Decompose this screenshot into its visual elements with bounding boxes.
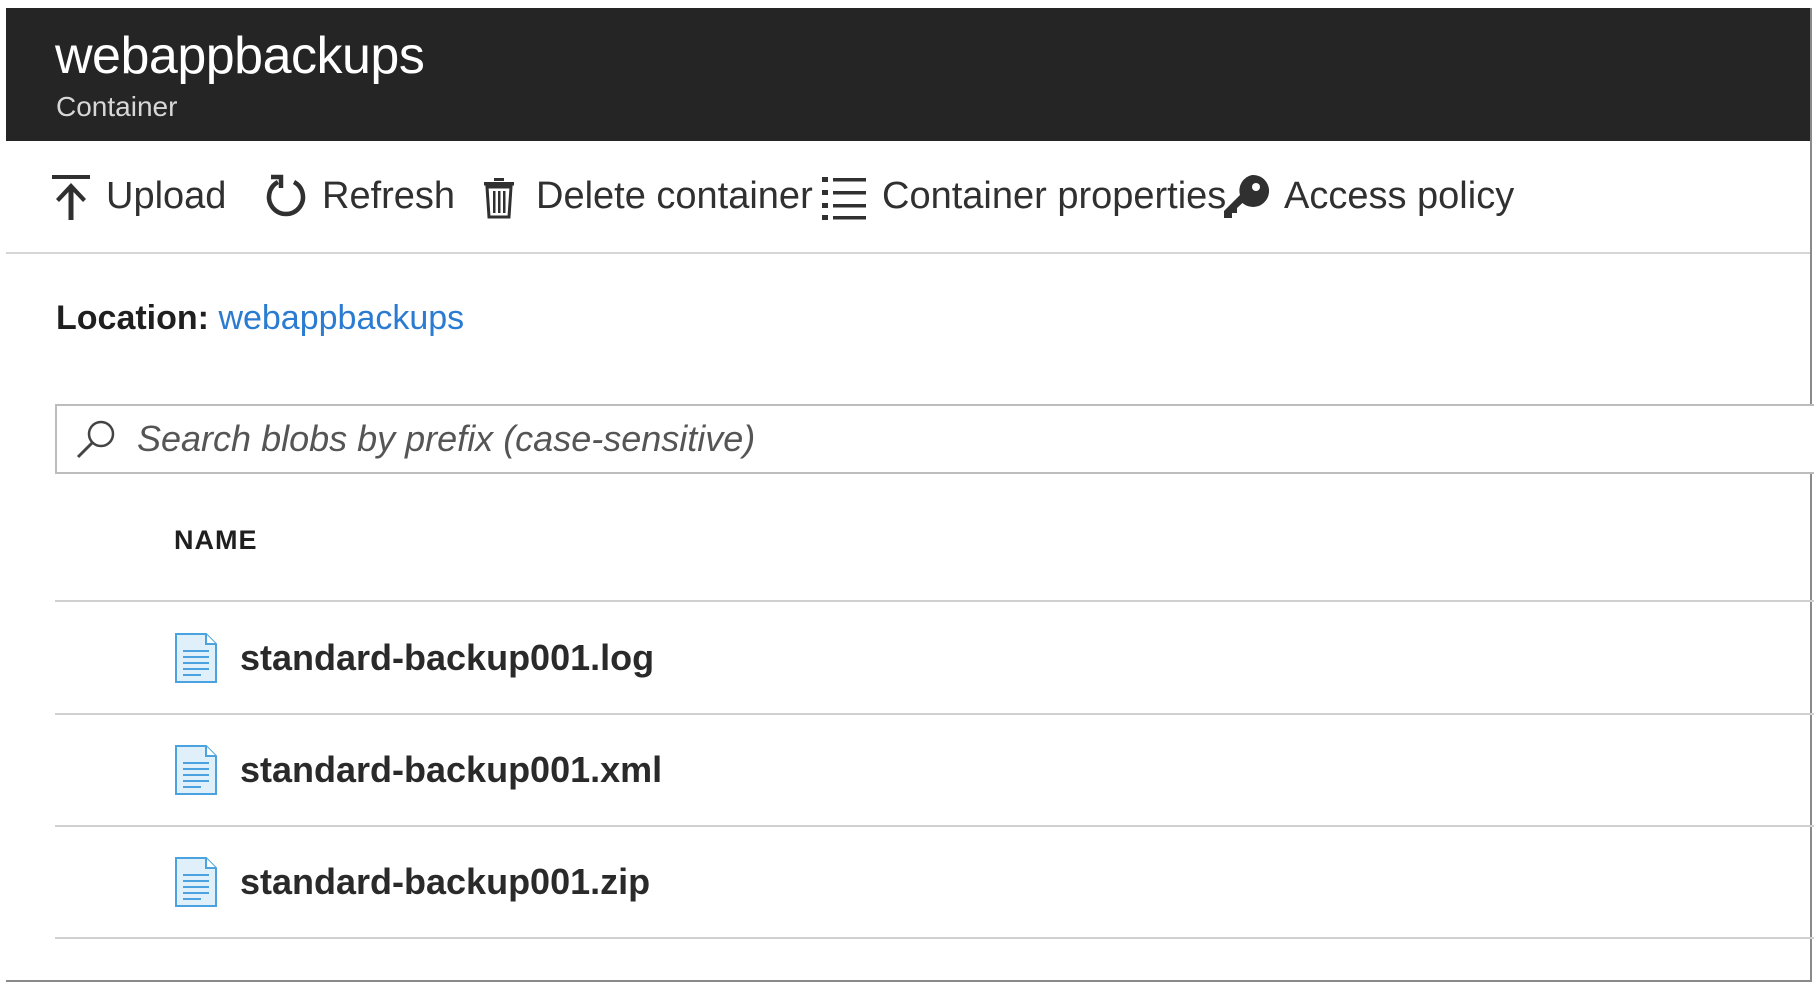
command-bar: Upload Refresh Delete container Containe… <box>6 141 1810 254</box>
access-policy-label: Access policy <box>1284 175 1515 217</box>
upload-label: Upload <box>106 175 227 217</box>
access-policy-button[interactable]: Access policy <box>1222 141 1514 252</box>
blob-name[interactable]: standard-backup001.zip <box>240 861 650 903</box>
table-row[interactable]: standard-backup001.zip <box>55 827 1814 937</box>
search-icon <box>75 418 117 460</box>
delete-container-label: Delete container <box>536 175 813 217</box>
table-row[interactable]: standard-backup001.log <box>55 603 1814 713</box>
file-icon <box>174 744 218 796</box>
column-header-name[interactable]: NAME <box>174 525 258 556</box>
location-link[interactable]: webappbackups <box>218 299 464 337</box>
file-icon <box>174 632 218 684</box>
refresh-label: Refresh <box>322 175 456 217</box>
search-input[interactable] <box>137 418 1814 460</box>
upload-button[interactable]: Upload <box>50 141 226 252</box>
table-divider <box>55 600 1814 602</box>
key-icon <box>1222 173 1270 221</box>
file-icon <box>174 856 218 908</box>
list-icon <box>820 173 868 221</box>
blob-name[interactable]: standard-backup001.xml <box>240 749 662 791</box>
delete-container-button[interactable]: Delete container <box>482 141 813 252</box>
blob-name[interactable]: standard-backup001.log <box>240 637 654 679</box>
blade-subtitle: Container <box>56 91 178 122</box>
blade-header: webappbackups Container <box>6 8 1810 141</box>
upload-icon <box>50 172 92 222</box>
container-blade: webappbackups Container Upload Refresh D… <box>6 8 1814 982</box>
trash-icon <box>482 175 516 219</box>
container-properties-button[interactable]: Container properties <box>820 141 1226 252</box>
blade-title: webappbackups <box>55 27 425 85</box>
refresh-icon <box>264 173 308 221</box>
table-row[interactable]: standard-backup001.xml <box>55 715 1814 825</box>
container-properties-label: Container properties <box>882 175 1227 217</box>
refresh-button[interactable]: Refresh <box>264 141 455 252</box>
location-breadcrumb: Location: webappbackups <box>56 298 464 338</box>
table-divider <box>55 937 1814 939</box>
location-label: Location: <box>56 299 209 337</box>
search-box <box>55 404 1814 474</box>
